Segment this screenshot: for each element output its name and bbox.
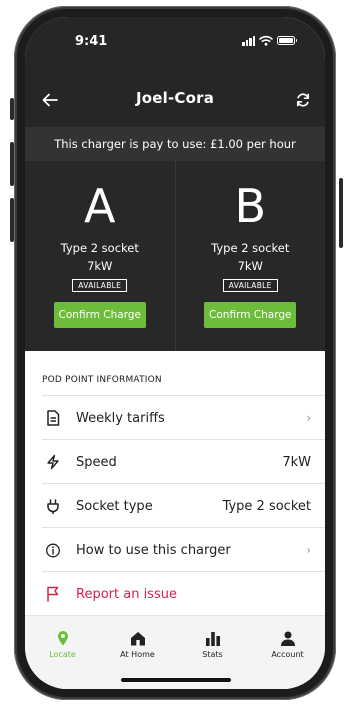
row-socket-type: Socket type Type 2 socket — [42, 483, 325, 528]
socket-a: A Type 2 socket 7kW AVAILABLE Confirm Ch… — [25, 161, 175, 351]
signal-icon — [242, 35, 255, 46]
row-label: Socket type — [76, 498, 153, 514]
socket-letter: A — [84, 179, 116, 233]
tab-label: Locate — [49, 650, 76, 659]
flag-icon — [47, 586, 59, 602]
power-button — [339, 178, 343, 248]
socket-power: 7kW — [87, 259, 113, 273]
chevron-right-icon: › — [306, 543, 311, 557]
status-icons — [242, 35, 297, 46]
row-label: Weekly tariffs — [76, 410, 165, 426]
pod-point-info: POD POINT INFORMATION Weekly tariffs › S… — [25, 351, 325, 615]
socket-type: Type 2 socket — [211, 241, 290, 255]
screen: 9:41 Joel-Cora This charger is pay to us… — [25, 17, 325, 689]
chevron-right-icon: › — [306, 411, 311, 425]
device-stage: 9:41 Joel-Cora This charger is pay to us… — [0, 0, 352, 704]
socket-letter: B — [234, 179, 267, 233]
phone-frame: 9:41 Joel-Cora This charger is pay to us… — [14, 6, 336, 700]
tab-bar: Locate At Home Stats Account — [25, 615, 325, 689]
row-weekly-tariffs[interactable]: Weekly tariffs › — [42, 395, 325, 440]
battery-icon — [277, 36, 297, 45]
document-icon — [47, 410, 60, 426]
status-badge: AVAILABLE — [72, 279, 128, 292]
pricing-notice: This charger is pay to use: £1.00 per ho… — [25, 127, 325, 161]
page-title: Joel-Cora — [135, 89, 215, 107]
info-icon — [46, 543, 60, 557]
confirm-charge-button-b[interactable]: Confirm Charge — [204, 302, 297, 328]
socket-type: Type 2 socket — [60, 241, 139, 255]
tab-label: At Home — [120, 650, 155, 659]
row-label: Report an issue — [76, 586, 177, 602]
row-report-issue[interactable]: Report an issue — [42, 571, 325, 616]
tab-account[interactable]: Account — [250, 628, 325, 659]
socket-power: 7kW — [237, 259, 263, 273]
socket-b: B Type 2 socket 7kW AVAILABLE Confirm Ch… — [174, 161, 326, 351]
tab-stats[interactable]: Stats — [175, 628, 250, 659]
home-icon — [130, 632, 145, 646]
status-time: 9:41 — [75, 34, 108, 49]
row-value: 7kW — [282, 454, 311, 470]
section-heading: POD POINT INFORMATION — [42, 375, 162, 385]
status-bar: 9:41 — [25, 17, 325, 75]
wifi-icon — [259, 35, 273, 46]
person-icon — [280, 631, 295, 646]
row-how-to-use[interactable]: How to use this charger › — [42, 527, 325, 572]
row-label: How to use this charger — [76, 542, 231, 558]
lightning-icon — [47, 454, 59, 470]
plug-icon — [47, 499, 59, 514]
app-bar: Joel-Cora — [25, 75, 325, 127]
home-indicator[interactable] — [121, 678, 231, 682]
row-label: Speed — [76, 454, 117, 470]
bar-chart-icon — [205, 632, 220, 646]
socket-panel: A Type 2 socket 7kW AVAILABLE Confirm Ch… — [25, 161, 325, 351]
tab-label: Account — [271, 650, 304, 659]
confirm-charge-button-a[interactable]: Confirm Charge — [53, 302, 146, 328]
row-value: Type 2 socket — [222, 498, 311, 514]
refresh-icon[interactable] — [295, 92, 311, 108]
location-pin-icon — [57, 631, 68, 646]
status-badge: AVAILABLE — [222, 279, 278, 292]
tab-at-home[interactable]: At Home — [100, 628, 175, 659]
tab-locate[interactable]: Locate — [25, 628, 100, 659]
tab-label: Stats — [202, 650, 223, 659]
row-speed: Speed 7kW — [42, 439, 325, 484]
